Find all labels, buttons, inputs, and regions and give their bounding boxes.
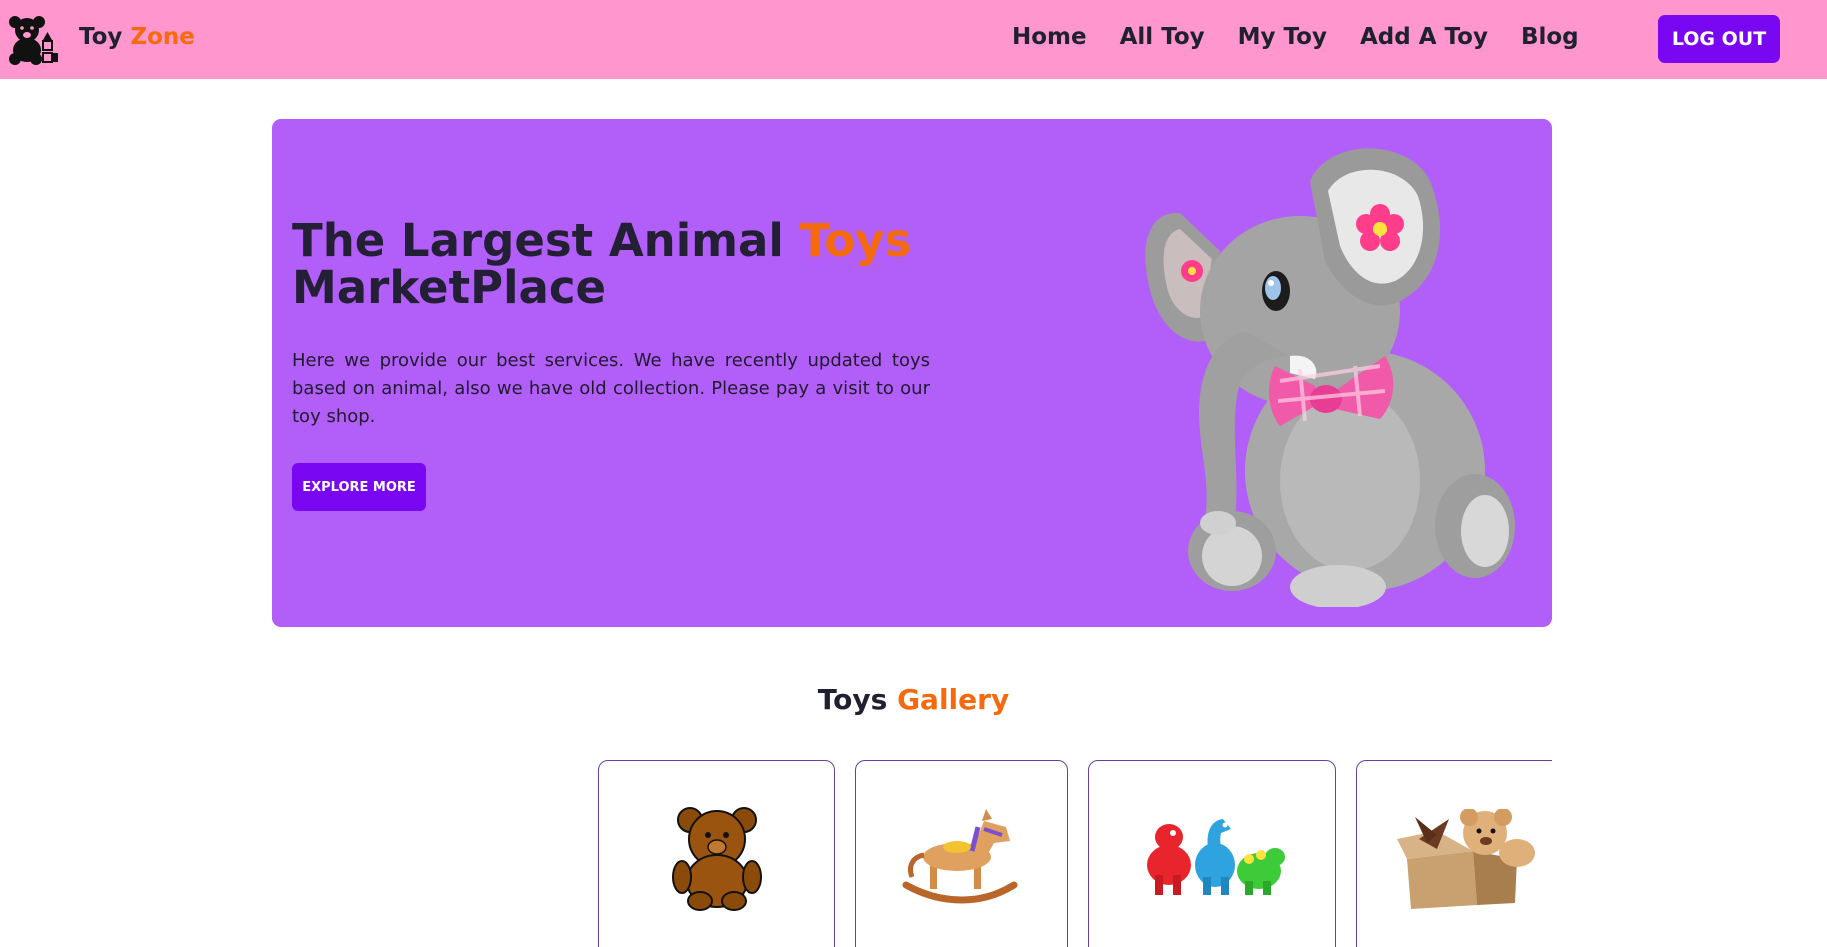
explore-more-button[interactable]: EXPLORE MORE xyxy=(292,463,426,511)
nav-home[interactable]: Home xyxy=(1012,24,1087,50)
toy-dinosaurs-image xyxy=(1147,819,1285,895)
nav-my-toy[interactable]: My Toy xyxy=(1238,24,1327,50)
main-nav: Home All Toy My Toy Add A Toy Blog xyxy=(1012,24,1579,50)
brand-name[interactable]: Toy Zone xyxy=(79,24,195,50)
plush-elephant-image xyxy=(1145,148,1515,607)
logout-button[interactable]: LOG OUT xyxy=(1658,15,1780,63)
brand-primary: Toy xyxy=(79,24,123,50)
teddy-bear-icon xyxy=(672,807,762,911)
gallery-card[interactable] xyxy=(855,760,1068,947)
brand-accent: Zone xyxy=(130,24,195,50)
gallery-carousel xyxy=(272,758,1552,947)
gallery-title: Toys Gallery xyxy=(0,683,1827,716)
gallery-card[interactable] xyxy=(1356,760,1552,947)
rocking-horse-icon xyxy=(902,809,1018,904)
hero-banner: The Largest Animal Toys MarketPlace Here … xyxy=(272,119,1552,627)
teddy-in-box-image xyxy=(1397,809,1535,909)
hero-title-part1: The Largest Animal xyxy=(292,214,800,267)
hero-title: The Largest Animal Toys MarketPlace xyxy=(292,217,1012,311)
gallery-card[interactable] xyxy=(1088,760,1336,947)
hero-description: Here we provide our best services. We ha… xyxy=(292,350,930,427)
teddy-bear-blocks-icon[interactable] xyxy=(6,13,58,65)
gallery-card[interactable] xyxy=(598,760,835,947)
nav-add-a-toy[interactable]: Add A Toy xyxy=(1360,24,1488,50)
hero-title-accent: Toys xyxy=(799,214,912,267)
nav-blog[interactable]: Blog xyxy=(1521,24,1579,50)
gallery-title-accent: Gallery xyxy=(897,683,1010,716)
hero-title-part2: MarketPlace xyxy=(292,261,607,314)
navbar: Toy Zone Home All Toy My Toy Add A Toy B… xyxy=(0,0,1827,79)
nav-all-toy[interactable]: All Toy xyxy=(1120,24,1205,50)
gallery-title-primary: Toys xyxy=(817,683,888,716)
